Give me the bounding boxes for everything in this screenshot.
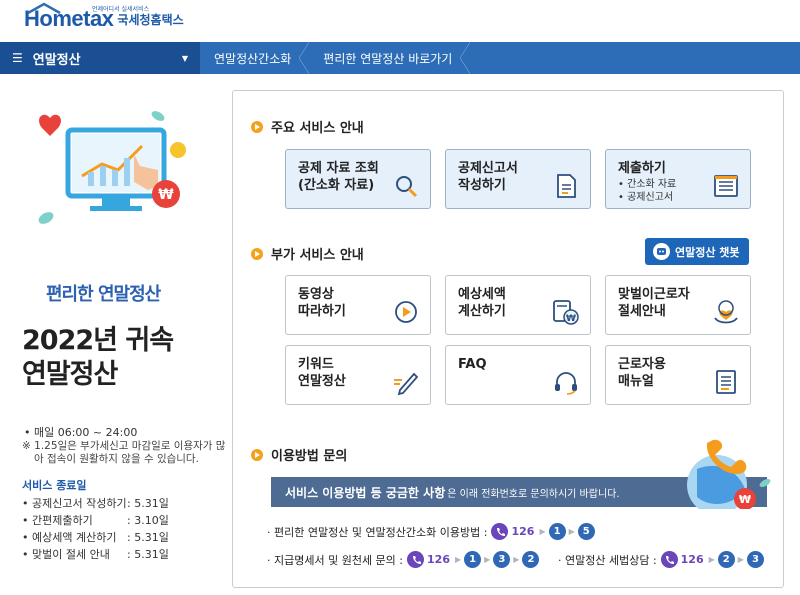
phone-icon	[491, 523, 509, 540]
phone-globe-illustration-icon: ₩	[687, 439, 771, 509]
arrow-right-icon: ▶	[568, 527, 575, 536]
phone-icon	[660, 551, 678, 568]
inquiry-row-usage: · 편리한 연말정산 및 연말정산간소화 이용방법 : 126 ▶ 1 ▶ 5	[267, 523, 595, 540]
nav-main-label: 연말정산	[32, 52, 81, 68]
nav-link-shortcut[interactable]: 편리한 연말정산 바로가기	[309, 42, 471, 74]
svg-text:₩: ₩	[739, 493, 751, 506]
magnifier-icon	[396, 176, 418, 198]
list-item: • 맞벌이 절세 안내: 5.31일	[22, 547, 169, 561]
bullet-arrow-icon	[251, 448, 263, 461]
arrow-right-icon: ▶	[708, 555, 715, 564]
manual-icon	[716, 370, 736, 394]
arrow-right-icon: ▶	[539, 527, 546, 536]
document-icon	[557, 174, 576, 198]
services-panel: 주요 서비스 안내 공제 자료 조회 (간소화 자료) 공제신고서 작성하기 제…	[232, 90, 784, 588]
svg-text:₩: ₩	[158, 187, 174, 203]
heart-hand-icon	[714, 300, 738, 324]
card-keyword[interactable]: 키워드 연말정산	[285, 345, 431, 405]
page-title: 2022년 귀속 연말정산	[22, 324, 174, 392]
list-item: • 간편제출하기: 3.10일	[22, 513, 169, 527]
list-item: • 공제신고서 작성하기: 5.31일	[22, 496, 169, 510]
hamburger-icon: ☰	[12, 51, 23, 65]
logo-tagline: 언제어디서 실세서비스	[92, 6, 150, 13]
list-item: • 예상세액 계산하기: 5.31일	[22, 530, 169, 544]
inquiry-heading: 이용방법 문의	[251, 445, 347, 464]
card-dual-income[interactable]: 맞벌이근로자 절세안내	[605, 275, 751, 335]
extra-services-heading: 부가 서비스 안내	[251, 244, 364, 263]
play-icon	[395, 301, 417, 323]
card-video-guide[interactable]: 동영상 따라하기	[285, 275, 431, 335]
service-notice: ※ 1.25일은 부가세신고 마감일로 이용자가 많아 접속이 원활하지 않을 …	[22, 440, 226, 465]
inquiry-row-tax-law: · 연말정산 세법상담 : 126 ▶ 2 ▶ 3	[558, 551, 764, 568]
card-tax-estimate[interactable]: 예상세액 계산하기 ₩	[445, 275, 591, 335]
submit-tray-icon	[714, 175, 738, 197]
bullet-arrow-icon	[251, 247, 263, 260]
roof-icon	[27, 2, 61, 14]
bullet-arrow-icon	[251, 120, 263, 133]
pencil-icon	[394, 372, 419, 396]
card-submit[interactable]: 제출하기 • 간소화 자료 • 공제신고서	[605, 149, 751, 209]
service-end-list: • 공제신고서 작성하기: 5.31일 • 간편제출하기: 3.10일 • 예상…	[22, 494, 169, 562]
chatbot-icon	[653, 243, 670, 260]
logo-korean: 국세청홈택스	[117, 13, 184, 27]
arrow-right-icon: ▶	[454, 555, 462, 564]
arrow-right-icon: ▶	[513, 555, 520, 564]
svg-text:₩: ₩	[566, 314, 576, 324]
left-intro: ₩ 편리한 연말정산 2022년 귀속 연말정산 • 매일 06:00 ~ 24…	[0, 74, 232, 595]
monitor-chart-illustration-icon: ₩	[38, 111, 186, 224]
page-title-line1: 2022년 귀속	[22, 325, 174, 356]
chevron-down-icon: ▼	[181, 53, 188, 63]
arrow-right-icon: ▶	[737, 555, 744, 564]
nav-menu-dropdown[interactable]: ☰ 연말정산 ▼	[0, 42, 200, 74]
inquiry-row-withholding: · 지급명세서 및 원천세 문의 : 126 ▶ 1 ▶ 3 ▶ 2	[267, 551, 540, 568]
main-services-heading: 주요 서비스 안내	[251, 117, 364, 136]
left-subtitle: 편리한 연말정산	[46, 284, 161, 305]
phone-icon	[407, 551, 425, 568]
card-manual[interactable]: 근로자용 매뉴얼	[605, 345, 751, 405]
card-write-form[interactable]: 공제신고서 작성하기	[445, 149, 591, 209]
arrow-right-icon: ▶	[484, 555, 491, 564]
card-lookup-deduction[interactable]: 공제 자료 조회 (간소화 자료)	[285, 149, 431, 209]
card-faq[interactable]: FAQ	[445, 345, 591, 405]
calculator-won-icon: ₩	[553, 300, 579, 325]
service-end-title: 서비스 종료일	[22, 479, 87, 492]
main-nav: ☰ 연말정산 ▼ 연말정산간소화 편리한 연말정산 바로가기	[0, 42, 800, 74]
hometax-logo[interactable]: 언제어디서 실세서비스 Hometax 국세청홈택스	[24, 2, 184, 32]
page-title-line2: 연말정산	[22, 359, 118, 390]
service-hours: • 매일 06:00 ~ 24:00	[24, 426, 138, 439]
chatbot-button[interactable]: 연말정산 챗봇	[645, 238, 749, 265]
headset-icon	[555, 372, 577, 395]
nav-link-simplified[interactable]: 연말정산간소화	[200, 42, 310, 74]
top-header: 언제어디서 실세서비스 Hometax 국세청홈택스	[0, 0, 800, 42]
